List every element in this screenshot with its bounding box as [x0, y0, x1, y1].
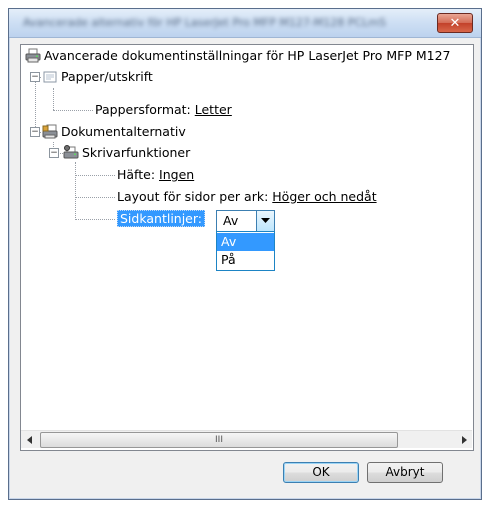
- paper-format-label: Pappersformat:: [95, 102, 191, 117]
- paper-icon: [42, 69, 58, 85]
- layout-label: Layout för sidor per ark:: [117, 189, 269, 204]
- tree-guide: [53, 110, 93, 111]
- close-icon: ✕: [449, 15, 461, 31]
- title-bar[interactable]: Avancerade alternativ för HP LaserJet Pr…: [9, 9, 481, 38]
- paper-format-setting[interactable]: Pappersformat: Letter: [95, 101, 232, 119]
- tree-guide: [35, 77, 36, 133]
- page-borders-combobox[interactable]: Av: [216, 210, 275, 232]
- dropdown-arrow-icon[interactable]: [256, 211, 274, 231]
- ok-button[interactable]: OK: [283, 462, 359, 483]
- dropdown-option-on[interactable]: På: [217, 251, 274, 269]
- tree-root-label[interactable]: Avancerade dokumentinställningar för HP …: [44, 47, 450, 65]
- printer-features-icon: [63, 145, 79, 161]
- layout-value[interactable]: Höger och nedåt: [272, 189, 376, 204]
- tree-item-printer-features[interactable]: Skrivarfunktioner: [82, 144, 190, 162]
- booklet-label: Häfte:: [117, 167, 156, 182]
- cancel-button[interactable]: Avbryt: [367, 462, 443, 483]
- scroll-right-icon[interactable]: [455, 431, 472, 448]
- expander-minus-icon[interactable]: −: [30, 72, 40, 82]
- tree-guide: [75, 219, 115, 220]
- scrollbar-thumb[interactable]: III: [40, 432, 398, 448]
- document-options-icon: [42, 124, 58, 140]
- expander-minus-icon[interactable]: −: [49, 148, 59, 158]
- page-borders-label: Sidkantlinjer:: [117, 210, 206, 227]
- dropdown-option-off[interactable]: Av: [217, 233, 274, 251]
- tree-guide: [75, 197, 115, 198]
- tree-guide: [53, 88, 54, 110]
- settings-tree[interactable]: Avancerade dokumentinställningar för HP …: [20, 44, 474, 451]
- tree-guide: [75, 175, 115, 176]
- close-button[interactable]: ✕: [437, 13, 473, 33]
- scrollbar-grip: III: [215, 435, 223, 445]
- tree-item-paper[interactable]: Papper/utskrift: [61, 68, 153, 86]
- pages-per-sheet-layout-setting[interactable]: Layout för sidor per ark: Höger och nedå…: [117, 188, 377, 206]
- booklet-value[interactable]: Ingen: [159, 167, 194, 182]
- horizontal-scrollbar[interactable]: III: [21, 430, 472, 448]
- tree-item-document-options[interactable]: Dokumentalternativ: [61, 123, 186, 141]
- page-borders-setting[interactable]: Sidkantlinjer:: [117, 210, 206, 228]
- booklet-setting[interactable]: Häfte: Ingen: [117, 166, 194, 184]
- combo-value: Av: [223, 213, 239, 228]
- tree-guide: [75, 162, 76, 220]
- window-title: Avancerade alternativ för HP LaserJet Pr…: [23, 16, 386, 29]
- expander-minus-icon[interactable]: −: [30, 127, 40, 137]
- scroll-left-icon[interactable]: [21, 431, 38, 448]
- paper-format-value[interactable]: Letter: [195, 102, 232, 117]
- printer-icon: [25, 48, 41, 64]
- page-borders-dropdown-list: Av På: [216, 231, 275, 271]
